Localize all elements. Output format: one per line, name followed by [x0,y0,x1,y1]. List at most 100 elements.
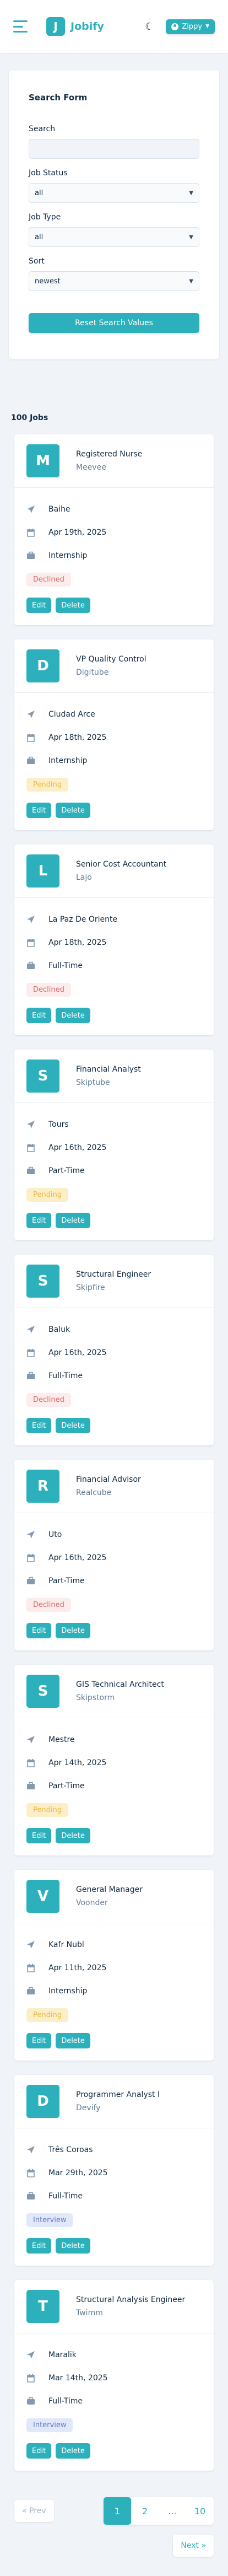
user-name: Zippy [182,22,203,31]
job-card-body: Maralik Mar 14th, 2025 Full-Time Intervi… [14,2333,214,2459]
reset-search-button[interactable]: Reset Search Values [29,313,199,333]
edit-job-button[interactable]: Edit [26,1008,52,1023]
caret-down-icon: ▼ [205,24,209,29]
page-ellipsis: ... [168,2505,177,2516]
company-avatar: T [26,2290,59,2323]
job-title: GIS Technical Architect [76,1680,164,1689]
edit-job-button[interactable]: Edit [26,2033,52,2048]
job-date-text: Apr 11th, 2025 [48,1964,107,1972]
page-number-button[interactable]: 1 [104,2497,131,2525]
logo-mark: J [46,17,65,36]
job-actions: Edit Delete [26,1008,202,1023]
job-actions: Edit Delete [26,2033,202,2048]
briefcase-icon [26,551,35,560]
user-menu-button[interactable]: Zippy ▼ [166,19,215,34]
job-card: V General Manager Voonder Kafr Nubl Apr … [14,1870,214,2061]
moon-icon[interactable]: ☾ [145,21,154,33]
location-arrow-icon [26,505,35,514]
calendar-icon [26,1143,35,1152]
job-location: Uto [26,1529,202,1541]
job-card-header: S Structural Engineer Skipfire [14,1255,214,1308]
page-number-button[interactable]: 2 [131,2497,159,2525]
briefcase-icon [26,756,35,765]
sort-label: Sort [29,257,45,266]
job-company: Devify [76,2104,101,2112]
chevron-down-icon: ▼ [189,234,193,240]
job-title: General Manager [76,1885,143,1894]
page-number-button[interactable]: 10 [186,2497,214,2525]
delete-job-button[interactable]: Delete [56,1008,90,1023]
delete-job-button[interactable]: Delete [56,1828,90,1843]
delete-job-button[interactable]: Delete [56,1418,90,1433]
status-badge: Declined [26,1393,71,1407]
next-page-button[interactable]: Next » [173,2535,214,2557]
sidebar-toggle-icon[interactable] [13,20,28,33]
delete-job-button[interactable]: Delete [56,1213,90,1228]
briefcase-icon [26,1372,35,1380]
edit-job-button[interactable]: Edit [26,803,52,818]
status-badge: Declined [26,983,71,997]
status-badge: Interview [26,2213,73,2227]
job-type-text: Part-Time [48,1577,85,1585]
job-date: Apr 18th, 2025 [26,732,202,744]
status-select[interactable]: all ▼ [29,183,199,203]
chevron-down-icon: ▼ [189,278,193,284]
job-location-text: Kafr Nubl [48,1940,84,1949]
job-date: Apr 16th, 2025 [26,1347,202,1359]
job-card-body: La Paz De Oriente Apr 18th, 2025 Full-Ti… [14,898,214,1023]
job-actions: Edit Delete [26,1623,202,1638]
job-location: Baluk [26,1324,202,1336]
job-company: Skiptube [76,1078,110,1087]
delete-job-button[interactable]: Delete [56,803,90,818]
jobs-section: 100 Jobs M Registered Nurse Meevee Baihe… [0,359,228,2471]
company-avatar: D [26,649,59,682]
job-date-text: Apr 16th, 2025 [48,1553,107,1562]
company-avatar: S [26,1060,59,1093]
job-date: Mar 14th, 2025 [26,2372,202,2384]
edit-job-button[interactable]: Edit [26,1828,52,1843]
job-actions: Edit Delete [26,803,202,818]
edit-job-button[interactable]: Edit [26,2238,52,2254]
job-card-body: Mestre Apr 14th, 2025 Part-Time Pending … [14,1718,214,1843]
job-date-text: Apr 18th, 2025 [48,938,107,947]
delete-job-button[interactable]: Delete [56,2443,90,2459]
edit-job-button[interactable]: Edit [26,598,52,613]
job-heading: Programmer Analyst I Devify [76,2090,160,2112]
briefcase-icon [26,2192,35,2201]
job-card: S GIS Technical Architect Skipstorm Mest… [14,1665,214,1856]
job-location-text: Maralik [48,2351,77,2359]
search-label: Search [29,125,56,133]
type-label: Job Type [29,213,61,222]
job-card-body: Baihe Apr 19th, 2025 Internship Declined… [14,488,214,613]
job-title: Financial Analyst [76,1065,141,1074]
edit-job-button[interactable]: Edit [26,1418,52,1433]
job-type-text: Internship [48,551,88,560]
job-type-text: Part-Time [48,1166,85,1175]
job-type: Internship [26,550,202,562]
job-location: Mestre [26,1734,202,1746]
job-location-text: Três Coroas [48,2145,93,2154]
job-type: Full-Time [26,960,202,972]
edit-job-button[interactable]: Edit [26,2443,52,2459]
company-avatar: V [26,1880,59,1913]
job-company: Voonder [76,1899,108,1907]
job-card-header: L Senior Cost Accountant Lajo [14,845,214,898]
prev-page-button[interactable]: « Prev [14,2500,54,2522]
company-avatar: S [26,1675,59,1708]
job-type: Full-Time [26,2190,202,2202]
type-select-value: all [35,233,44,241]
delete-job-button[interactable]: Delete [56,2033,90,2048]
sort-select[interactable]: newest ▼ [29,271,199,291]
delete-job-button[interactable]: Delete [56,598,90,613]
edit-job-button[interactable]: Edit [26,1213,52,1228]
status-select-value: all [35,189,44,197]
job-type: Part-Time [26,1780,202,1792]
job-location-text: Baihe [48,505,70,514]
job-card-header: S GIS Technical Architect Skipstorm [14,1665,214,1718]
edit-job-button[interactable]: Edit [26,1623,52,1638]
navbar: J Jobify ☾ Zippy ▼ [0,0,228,53]
delete-job-button[interactable]: Delete [56,2238,90,2254]
type-select[interactable]: all ▼ [29,227,199,247]
delete-job-button[interactable]: Delete [56,1623,90,1638]
search-input[interactable] [29,139,199,159]
